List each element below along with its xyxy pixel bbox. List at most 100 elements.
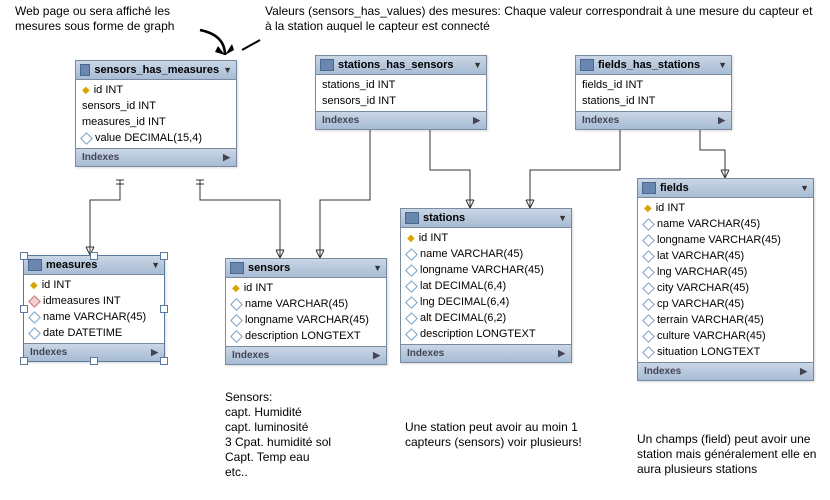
chevron-down-icon: ▼ xyxy=(223,65,232,75)
key-icon: ◆ xyxy=(407,233,415,244)
table-header[interactable]: fields_has_stations▼ xyxy=(576,56,731,75)
diamond-icon xyxy=(642,330,655,343)
column: city VARCHAR(45) xyxy=(638,280,813,296)
table-columns: fields_id INT stations_id INT xyxy=(576,75,731,111)
diamond-icon xyxy=(405,328,418,341)
resize-handle[interactable] xyxy=(160,357,168,365)
resize-handle[interactable] xyxy=(20,305,28,313)
table-title: fields_has_stations xyxy=(598,59,700,71)
column: longname VARCHAR(45) xyxy=(401,262,571,278)
diamond-icon xyxy=(642,282,655,295)
column: longname VARCHAR(45) xyxy=(638,232,813,248)
key-icon: ◆ xyxy=(644,203,652,214)
diamond-icon xyxy=(405,264,418,277)
column: culture VARCHAR(45) xyxy=(638,328,813,344)
table-header[interactable]: stations ▼ xyxy=(401,209,571,228)
chevron-down-icon: ▼ xyxy=(558,213,567,223)
diamond-icon xyxy=(28,327,41,340)
column: longname VARCHAR(45) xyxy=(226,312,386,328)
annotation-field: Un champs (field) peut avoir une station… xyxy=(637,432,827,477)
column: description LONGTEXT xyxy=(226,328,386,344)
column: alt DECIMAL(6,2) xyxy=(401,310,571,326)
diamond-icon xyxy=(405,280,418,293)
column: measures_id INT xyxy=(76,114,236,130)
diamond-icon xyxy=(642,218,655,231)
table-title: sensors_has_measures xyxy=(94,64,219,76)
diamond-icon xyxy=(405,296,418,309)
table-title: sensors xyxy=(248,262,290,274)
diamond-icon xyxy=(642,298,655,311)
table-columns: ◆id INT idmeasures INT name VARCHAR(45) … xyxy=(24,275,164,343)
diamond-icon xyxy=(230,330,243,343)
table-fields[interactable]: fields▼ ◆id INT name VARCHAR(45) longnam… xyxy=(637,178,814,381)
column: value DECIMAL(15,4) xyxy=(76,130,236,146)
table-header[interactable]: sensors▼ xyxy=(226,259,386,278)
column: sensors_id INT xyxy=(316,93,486,109)
diamond-icon xyxy=(642,250,655,263)
table-measures[interactable]: measures▼ ◆id INT idmeasures INT name VA… xyxy=(23,255,165,362)
column: idmeasures INT xyxy=(24,293,164,309)
column: name VARCHAR(45) xyxy=(638,216,813,232)
chevron-right-icon: ▶ xyxy=(151,347,158,358)
resize-handle[interactable] xyxy=(20,357,28,365)
diamond-icon xyxy=(642,346,655,359)
table-icon xyxy=(320,59,334,71)
diamond-icon xyxy=(28,311,41,324)
resize-handle[interactable] xyxy=(90,357,98,365)
column: lat VARCHAR(45) xyxy=(638,248,813,264)
annotation-sensors: Sensors: capt. Humidité capt. luminosité… xyxy=(225,390,385,480)
table-fields-has-stations[interactable]: fields_has_stations▼ fields_id INT stati… xyxy=(575,55,732,130)
column: description LONGTEXT xyxy=(401,326,571,342)
column: ◆id INT xyxy=(76,82,236,98)
column: cp VARCHAR(45) xyxy=(638,296,813,312)
table-stations[interactable]: stations▼ ◆id INT name VARCHAR(45) longn… xyxy=(400,208,572,363)
diamond-icon xyxy=(642,234,655,247)
indexes-bar[interactable]: Indexes▶ xyxy=(638,362,813,380)
table-stations-has-sensors[interactable]: stations_has_sensors▼ stations_id INT se… xyxy=(315,55,487,130)
table-columns: stations_id INT sensors_id INT xyxy=(316,75,486,111)
chevron-right-icon: ▶ xyxy=(223,152,230,163)
table-columns: ◆id INT name VARCHAR(45) longname VARCHA… xyxy=(226,278,386,346)
key-icon: ◆ xyxy=(30,280,38,291)
table-icon xyxy=(642,182,656,194)
column: ◆id INT xyxy=(226,280,386,296)
resize-handle[interactable] xyxy=(160,305,168,313)
diamond-icon xyxy=(642,314,655,327)
table-header[interactable]: sensors_has_measures ▼ xyxy=(76,61,236,80)
resize-handle[interactable] xyxy=(160,252,168,260)
indexes-bar[interactable]: Indexes▶ xyxy=(316,111,486,129)
indexes-bar[interactable]: Indexes▶ xyxy=(576,111,731,129)
chevron-right-icon: ▶ xyxy=(718,115,725,126)
column: name VARCHAR(45) xyxy=(24,309,164,325)
column: terrain VARCHAR(45) xyxy=(638,312,813,328)
column: situation LONGTEXT xyxy=(638,344,813,360)
annotation-webpage: Web page ou sera affiché les mesures sou… xyxy=(15,4,215,34)
indexes-bar[interactable]: Indexes▶ xyxy=(226,346,386,364)
table-title: measures xyxy=(46,259,97,271)
key-icon: ◆ xyxy=(232,283,240,294)
table-sensors[interactable]: sensors▼ ◆id INT name VARCHAR(45) longna… xyxy=(225,258,387,365)
column: lng VARCHAR(45) xyxy=(638,264,813,280)
diamond-icon xyxy=(28,295,41,308)
table-header[interactable]: fields▼ xyxy=(638,179,813,198)
table-sensors-has-measures[interactable]: sensors_has_measures▼ ◆id INT sensors_id… xyxy=(75,60,237,167)
chevron-right-icon: ▶ xyxy=(800,366,807,377)
table-title: fields xyxy=(660,182,689,194)
chevron-down-icon: ▼ xyxy=(473,60,482,70)
table-header[interactable]: stations_has_sensors▼ xyxy=(316,56,486,75)
key-icon: ◆ xyxy=(82,85,90,96)
table-title: stations xyxy=(423,212,465,224)
column: date DATETIME xyxy=(24,325,164,341)
diamond-icon xyxy=(405,312,418,325)
table-icon xyxy=(28,259,42,271)
column: fields_id INT xyxy=(576,77,731,93)
resize-handle[interactable] xyxy=(20,252,28,260)
chevron-right-icon: ▶ xyxy=(558,348,565,359)
table-icon xyxy=(230,262,244,274)
indexes-bar[interactable]: Indexes▶ xyxy=(76,148,236,166)
resize-handle[interactable] xyxy=(90,252,98,260)
indexes-bar[interactable]: Indexes▶ xyxy=(401,344,571,362)
column: name VARCHAR(45) xyxy=(401,246,571,262)
diamond-icon xyxy=(405,248,418,261)
table-icon xyxy=(580,59,594,71)
